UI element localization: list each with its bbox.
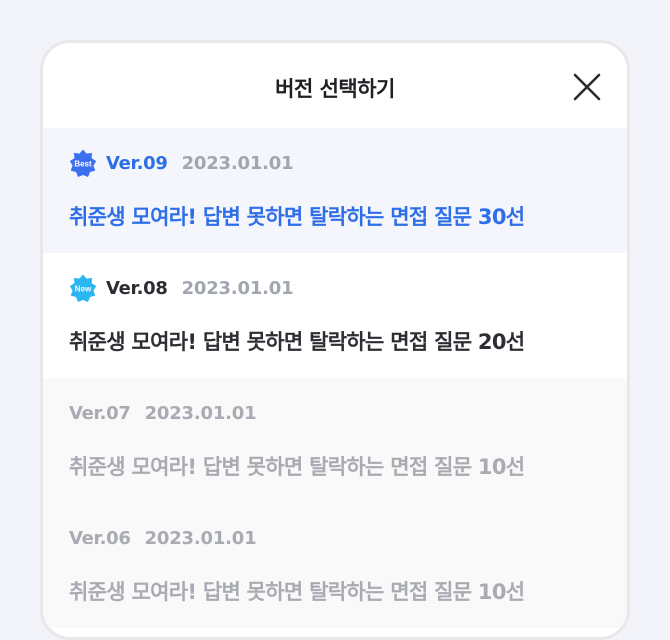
- version-item-ver07[interactable]: Ver.07 2023.01.01 취준생 모여라! 답변 못하면 탈락하는 면…: [43, 378, 627, 503]
- version-meta: Ver.06 2023.01.01: [69, 524, 257, 552]
- close-icon: [573, 73, 601, 101]
- svg-text:New: New: [75, 285, 92, 294]
- version-select-sheet: 버전 선택하기 Best Ver.09 2023.01.01 취준생 모여라! …: [40, 40, 630, 640]
- new-badge-icon: New: [69, 274, 97, 302]
- version-date: 2023.01.01: [181, 277, 294, 299]
- version-title: 취준생 모여라! 답변 못하면 탈락하는 면접 질문 10선: [69, 580, 525, 604]
- version-number: Ver.09: [106, 152, 168, 174]
- version-date: 2023.01.01: [144, 402, 257, 424]
- version-meta: New Ver.08 2023.01.01: [69, 274, 294, 302]
- version-date: 2023.01.01: [144, 527, 257, 549]
- version-number: Ver.08: [106, 277, 168, 299]
- version-item-ver09[interactable]: Best Ver.09 2023.01.01 취준생 모여라! 답변 못하면 탈…: [43, 128, 627, 253]
- version-title: 취준생 모여라! 답변 못하면 탈락하는 면접 질문 30선: [69, 205, 525, 229]
- version-number: Ver.06: [69, 527, 131, 549]
- version-date: 2023.01.01: [181, 152, 294, 174]
- version-title: 취준생 모여라! 답변 못하면 탈락하는 면접 질문 20선: [69, 330, 525, 354]
- version-meta: Ver.07 2023.01.01: [69, 399, 257, 427]
- close-button[interactable]: [571, 71, 603, 103]
- sheet-header: 버전 선택하기: [43, 43, 627, 128]
- version-item-ver06[interactable]: Ver.06 2023.01.01 취준생 모여라! 답변 못하면 탈락하는 면…: [43, 503, 627, 628]
- svg-text:Best: Best: [74, 160, 92, 169]
- version-number: Ver.07: [69, 402, 131, 424]
- best-badge-icon: Best: [69, 149, 97, 177]
- version-title: 취준생 모여라! 답변 못하면 탈락하는 면접 질문 10선: [69, 455, 525, 479]
- version-item-ver08[interactable]: New Ver.08 2023.01.01 취준생 모여라! 답변 못하면 탈락…: [43, 253, 627, 378]
- version-meta: Best Ver.09 2023.01.01: [69, 149, 294, 177]
- sheet-title: 버전 선택하기: [275, 77, 395, 101]
